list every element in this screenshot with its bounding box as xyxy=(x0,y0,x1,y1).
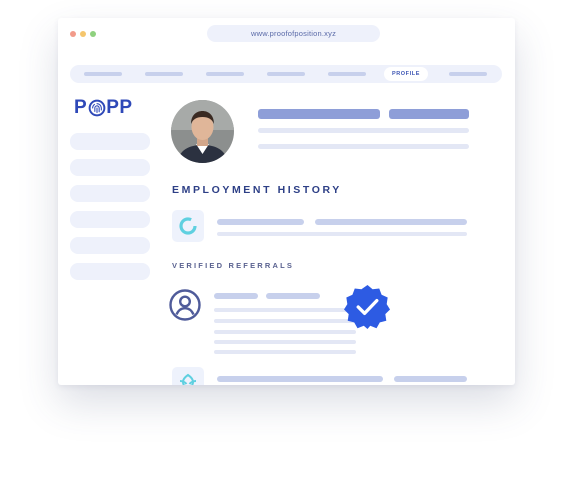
referrer-name-placeholder xyxy=(214,293,258,299)
referral-text-line xyxy=(214,308,356,312)
nav-item[interactable] xyxy=(267,72,305,76)
logo-letter-p: P xyxy=(74,97,88,118)
job-company-placeholder xyxy=(394,376,467,382)
job-company-placeholder xyxy=(315,219,467,225)
sidebar-item[interactable] xyxy=(70,133,150,150)
tab-profile[interactable]: PROFILE xyxy=(384,67,428,81)
profile-avatar[interactable] xyxy=(171,100,234,163)
user-circle-icon[interactable] xyxy=(168,288,202,322)
referrer-role-placeholder xyxy=(266,293,320,299)
fingerprint-icon xyxy=(88,99,106,117)
employment-history-heading: EMPLOYMENT HISTORY xyxy=(172,184,342,196)
verified-badge-icon xyxy=(344,284,391,330)
company-logo-tile[interactable] xyxy=(172,367,204,385)
sidebar-item[interactable] xyxy=(70,237,150,254)
nav-item[interactable] xyxy=(84,72,122,76)
logo-letters-pp: PP xyxy=(106,97,133,118)
avatar-photo xyxy=(171,100,234,163)
ring-logo-icon xyxy=(179,217,197,235)
referral-text-line xyxy=(214,330,356,334)
job-detail-line xyxy=(217,232,467,236)
browser-window: www.proofofposition.xyz PROFILE P PP EMP… xyxy=(58,18,515,385)
nav-item[interactable] xyxy=(145,72,183,76)
sidebar-item[interactable] xyxy=(70,185,150,202)
job-title-placeholder xyxy=(217,219,304,225)
profile-title-placeholder xyxy=(389,109,469,119)
referral-text-line xyxy=(214,340,356,344)
close-dot[interactable] xyxy=(70,31,76,37)
nav-item[interactable] xyxy=(449,72,487,76)
referral-text-line xyxy=(214,319,356,323)
sidebar-item[interactable] xyxy=(70,211,150,228)
profile-name-placeholder xyxy=(258,109,380,119)
job-title-placeholder xyxy=(217,376,383,382)
profile-detail-line xyxy=(258,144,469,149)
popp-logo[interactable]: P PP xyxy=(74,97,133,119)
company-logo-tile[interactable] xyxy=(172,210,204,242)
nav-item[interactable] xyxy=(206,72,244,76)
top-nav: PROFILE xyxy=(70,65,502,83)
sidebar-item[interactable] xyxy=(70,263,150,280)
profile-detail-line xyxy=(258,128,469,133)
sidebar-item[interactable] xyxy=(70,159,150,176)
nav-item[interactable] xyxy=(328,72,366,76)
maximize-dot[interactable] xyxy=(90,31,96,37)
address-bar[interactable]: www.proofofposition.xyz xyxy=(207,25,380,42)
leaf-logo-icon xyxy=(179,373,197,385)
verified-referrals-heading: VERIFIED REFERRALS xyxy=(172,261,295,270)
minimize-dot[interactable] xyxy=(80,31,86,37)
referral-text-line xyxy=(214,350,356,354)
